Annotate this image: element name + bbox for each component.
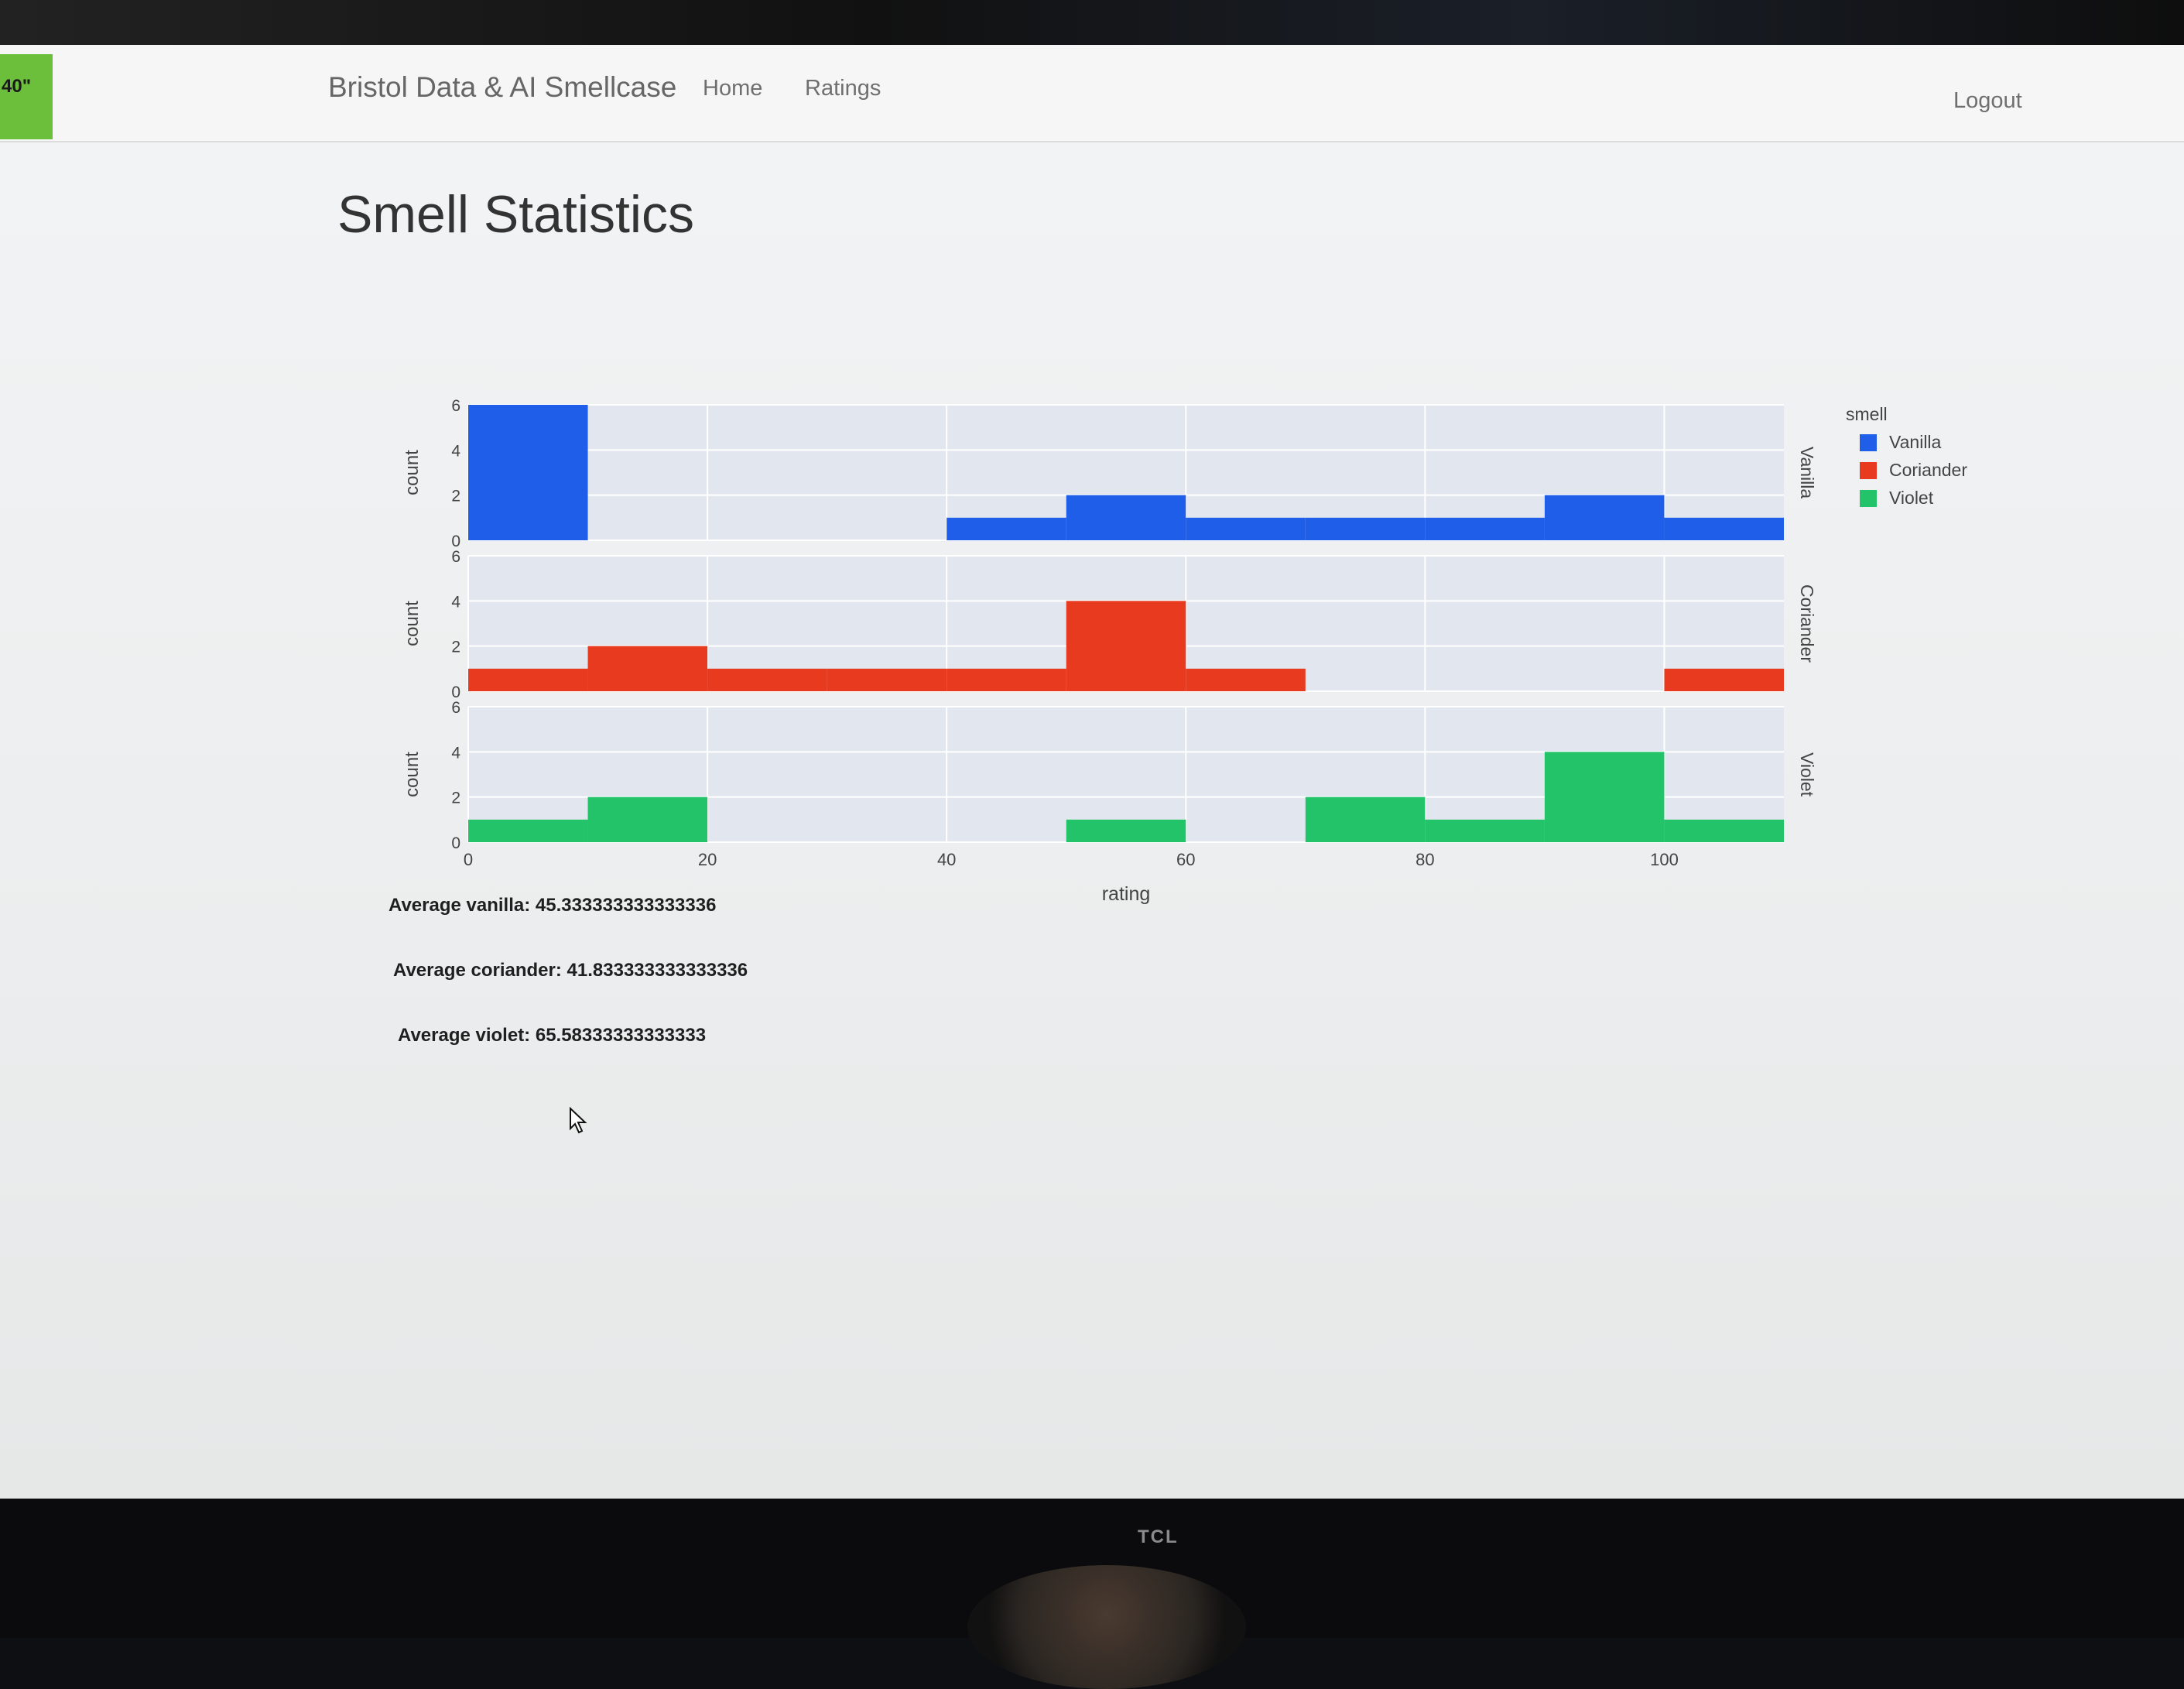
histogram-bar[interactable] [947,517,1066,540]
screen: 40" Bristol Data & AI Smellcase Home Rat… [0,45,2184,1499]
facet-label: Coriander [1797,584,1817,663]
histogram-bar[interactable] [1186,517,1306,540]
histogram-bar[interactable] [468,405,588,540]
histogram-bar[interactable] [1066,819,1186,842]
histogram-bar[interactable] [1544,752,1665,842]
histogram-bar[interactable] [1066,495,1186,540]
x-tick-label: 0 [464,850,473,869]
y-tick-label: 4 [451,744,460,762]
histogram-bar[interactable] [1305,797,1426,842]
monitor-stand [967,1565,1246,1689]
y-tick-label: 2 [451,790,460,807]
histogram-bar[interactable] [1066,601,1186,691]
histogram-bar[interactable] [1425,819,1545,842]
y-tick-label: 4 [451,593,460,611]
average-violet: Average violet: 65.58333333333333 [398,1025,707,1046]
legend-swatch[interactable] [1860,434,1877,451]
nav-logout-link[interactable]: Logout [1953,88,2022,114]
legend-title: smell [1846,404,1888,424]
histogram-svg: 0246count Vanilla0246count Coriander0246co… [402,397,1967,905]
facet-label: Vanilla [1797,447,1817,499]
monitor-brand-label: TCL [1138,1526,1179,1547]
y-tick-label: 2 [451,488,460,505]
histogram-bar[interactable] [1305,517,1426,540]
y-tick-label: 6 [451,397,460,415]
mouse-cursor-icon [570,1107,587,1134]
navbar-brand[interactable]: Bristol Data & AI Smellcase [328,71,676,104]
y-axis-label: count [402,450,423,495]
x-tick-label: 40 [937,850,956,869]
legend-entry[interactable]: Coriander [1889,460,1967,480]
y-axis-label: count [402,601,423,646]
y-tick-label: 0 [451,834,460,852]
monitor-top-strip [0,0,2184,45]
y-tick-label: 6 [451,699,460,717]
x-tick-label: 60 [1176,850,1195,869]
histogram-bar[interactable] [1544,495,1665,540]
histogram-bar[interactable] [707,668,827,691]
page-title: Smell Statistics [337,185,694,244]
y-axis-label: count [402,752,423,797]
legend-entry[interactable]: Violet [1889,488,1934,508]
histogram-bar[interactable] [587,646,708,691]
histogram-bar[interactable] [1186,668,1306,691]
legend-entry[interactable]: Vanilla [1889,432,1942,452]
screen-size-badge: 40" [0,54,53,139]
navbar: 40" Bristol Data & AI Smellcase Home Rat… [0,45,2184,142]
smell-histogram-chart: 0 2 4 6 count Vanilla 0 2 4 6 count Coriander 0 2 4 6 co… [387,355,2059,920]
legend-swatch[interactable] [1860,490,1877,507]
histogram-bar[interactable] [468,668,588,691]
average-coriander: Average coriander: 41.833333333333336 [393,960,748,981]
histogram-bar[interactable] [1425,517,1545,540]
nav-ratings-link[interactable]: Ratings [805,76,881,101]
histogram-bar[interactable] [947,668,1066,691]
histogram-bar[interactable] [468,819,588,842]
nav-home-link[interactable]: Home [703,76,762,101]
histogram-bar[interactable] [1664,668,1784,691]
x-tick-label: 100 [1650,850,1679,869]
histogram-bar[interactable] [1664,517,1784,540]
histogram-bar[interactable] [827,668,947,691]
histogram-bar[interactable] [587,797,708,842]
facet-label: Violet [1797,752,1817,797]
y-tick-label: 2 [451,639,460,656]
stats-list: Average vanilla: 45.333333333333336 Aver… [389,895,1317,1090]
histogram-bar[interactable] [1664,819,1784,842]
legend-swatch[interactable] [1860,462,1877,479]
y-tick-label: 4 [451,442,460,460]
x-tick-label: 80 [1415,850,1434,869]
average-vanilla: Average vanilla: 45.333333333333336 [389,895,717,916]
x-tick-label: 20 [698,850,717,869]
y-tick-label: 6 [451,548,460,566]
